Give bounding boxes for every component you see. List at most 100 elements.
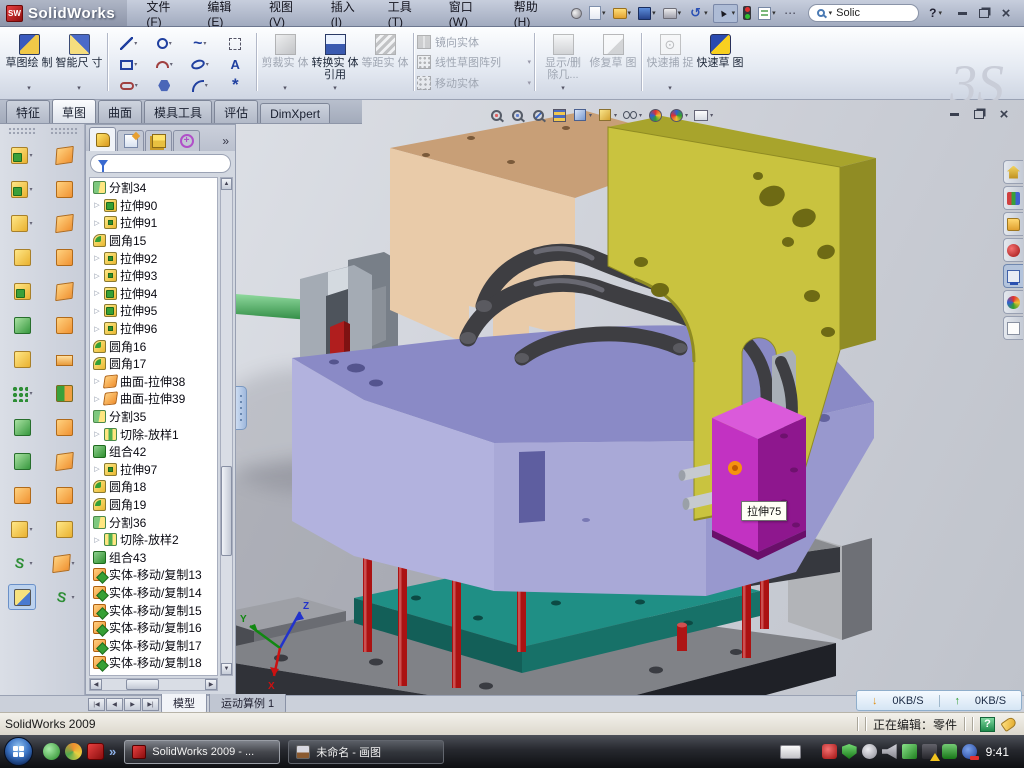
- tree-item[interactable]: 圆角17: [90, 355, 217, 373]
- keyboard-icon[interactable]: [780, 745, 801, 759]
- draft-icon[interactable]: [8, 312, 36, 338]
- swept-surface-icon[interactable]: [50, 210, 78, 236]
- document-tab[interactable]: 运动算例 1: [209, 694, 286, 714]
- tree-item[interactable]: ▷ 拉伸94: [90, 285, 217, 303]
- dropdown-caret-icon[interactable]: ▾: [589, 112, 592, 119]
- expand-arrow-icon[interactable]: ▷: [93, 377, 101, 385]
- ribbon-button[interactable]: 移动实体 ▾: [417, 75, 531, 91]
- rectangle-icon[interactable]: ▾: [120, 60, 137, 70]
- line-icon[interactable]: ▾: [120, 37, 137, 50]
- loft-icon[interactable]: [8, 244, 36, 270]
- shell-icon[interactable]: [8, 278, 36, 304]
- dropdown-caret-icon[interactable]: ▾: [135, 82, 138, 89]
- dropdown-caret-icon[interactable]: ▾: [668, 83, 672, 95]
- toolbar-overflow-icon[interactable]: [781, 5, 800, 22]
- command-tab[interactable]: 评估: [214, 100, 258, 123]
- tree-item[interactable]: ▷ 切除-放样1: [90, 425, 217, 443]
- selection-frame-icon[interactable]: [229, 38, 241, 50]
- print-icon[interactable]: ▾: [661, 7, 684, 20]
- dropdown-caret-icon[interactable]: ▾: [71, 594, 74, 601]
- file-explorer-tab[interactable]: [1003, 212, 1023, 236]
- firewall-shield-icon[interactable]: [842, 744, 857, 759]
- tree-filter-input[interactable]: [90, 154, 231, 173]
- expand-arrow-icon[interactable]: ▷: [93, 307, 101, 315]
- tab-nav-button[interactable]: |◀: [88, 698, 105, 711]
- configurationmanager-tab[interactable]: [145, 130, 172, 151]
- security-plus-icon[interactable]: [942, 744, 957, 759]
- dropdown-caret-icon[interactable]: ▾: [527, 79, 531, 87]
- search-input[interactable]: ▾ Solic: [808, 4, 920, 22]
- view-palette-tab[interactable]: [1003, 264, 1023, 288]
- expand-arrow-icon[interactable]: ▷: [93, 289, 101, 297]
- lofted-surface-icon[interactable]: [50, 244, 78, 270]
- dropdown-caret-icon[interactable]: ▾: [639, 112, 642, 119]
- circle-icon[interactable]: ▾: [157, 38, 172, 49]
- planar-surface-icon[interactable]: [50, 346, 78, 372]
- dropdown-caret-icon[interactable]: ▾: [628, 9, 632, 17]
- zoom-to-area-icon[interactable]: [509, 107, 525, 123]
- arc-icon[interactable]: ▾: [156, 61, 173, 68]
- ribbon-button[interactable]: 显示/删 除几... ▾: [538, 29, 588, 95]
- display-style-icon[interactable]: ▾: [597, 107, 617, 123]
- expand-arrow-icon[interactable]: ▷: [93, 219, 101, 227]
- scroll-left-icon[interactable]: ◀: [90, 679, 102, 690]
- tree-item[interactable]: 实体-移动/复制13: [90, 566, 217, 584]
- help-button[interactable]: ? ▾: [929, 6, 942, 20]
- revolved-surface-icon[interactable]: [50, 176, 78, 202]
- dropdown-caret-icon[interactable]: ▾: [203, 40, 206, 47]
- expand-arrow-icon[interactable]: ▷: [93, 254, 101, 262]
- expand-arrow-icon[interactable]: ▷: [93, 395, 101, 403]
- scrollbar-thumb[interactable]: [221, 466, 232, 555]
- tree-item[interactable]: 圆角15: [90, 232, 217, 250]
- dropdown-caret-icon[interactable]: ▾: [29, 560, 32, 567]
- dropdown-caret-icon[interactable]: ▾: [704, 9, 708, 17]
- close-icon[interactable]: [998, 7, 1014, 20]
- offset-surface-icon[interactable]: [50, 380, 78, 406]
- taskbar-button[interactable]: SolidWorks 2009 - ...: [124, 740, 280, 764]
- reference-geometry-icon[interactable]: ▾: [8, 516, 36, 542]
- dimxpertmanager-tab[interactable]: [173, 130, 200, 151]
- featuremanager-tab[interactable]: [89, 127, 116, 151]
- volume-icon[interactable]: [882, 744, 897, 759]
- dropdown-caret-icon[interactable]: ▾: [602, 9, 606, 17]
- ribbon-button[interactable]: 转换实 体引用 ▾: [310, 29, 360, 95]
- dropdown-caret-icon[interactable]: ▾: [732, 9, 736, 17]
- tree-item[interactable]: ▷ 拉伸92: [90, 249, 217, 267]
- open-icon[interactable]: ▾: [611, 7, 634, 20]
- command-tab[interactable]: 草图: [52, 99, 96, 123]
- media-icon[interactable]: [65, 743, 82, 760]
- point-icon[interactable]: [232, 79, 239, 93]
- tag-icon[interactable]: [1000, 716, 1017, 732]
- custom-properties-tab[interactable]: [1003, 316, 1023, 340]
- ribbon-button[interactable]: 快速草 图: [695, 29, 745, 95]
- tree-item[interactable]: ▷ 拉伸95: [90, 302, 217, 320]
- minimize-icon[interactable]: [954, 7, 970, 20]
- expand-arrow-icon[interactable]: ▷: [93, 325, 101, 333]
- tree-horizontal-scrollbar[interactable]: ◀ ▶: [89, 678, 218, 691]
- pin-icon[interactable]: [569, 7, 584, 20]
- polygon-icon[interactable]: [158, 80, 170, 92]
- tree-item[interactable]: 实体-移动/复制15: [90, 601, 217, 619]
- tree-item[interactable]: 分割36: [90, 513, 217, 531]
- untrim-surface-icon[interactable]: ▾: [50, 584, 78, 610]
- select-arrow-icon[interactable]: ▾: [713, 4, 739, 23]
- dropdown-caret-icon[interactable]: ▾: [29, 152, 32, 159]
- design-library-tab[interactable]: [1003, 186, 1023, 210]
- dropdown-caret-icon[interactable]: ▾: [29, 220, 32, 227]
- ribbon-button[interactable]: 草图绘 制 ▾: [4, 29, 54, 95]
- dropdown-caret-icon[interactable]: ▾: [134, 61, 137, 68]
- new-document-icon[interactable]: ▾: [587, 5, 608, 21]
- toolbar-grip[interactable]: [8, 127, 36, 134]
- solidworks-resources-tab[interactable]: [1003, 160, 1023, 184]
- dropdown-caret-icon[interactable]: ▾: [710, 112, 713, 119]
- start-button[interactable]: [4, 737, 33, 766]
- tree-item[interactable]: 实体-移动/复制14: [90, 584, 217, 602]
- zoom-to-fit-icon[interactable]: [488, 107, 504, 123]
- edit-appearance-icon[interactable]: [647, 107, 663, 123]
- ribbon-button[interactable]: 剪裁实 体 ▾: [260, 29, 310, 95]
- document-tab[interactable]: 模型: [161, 694, 207, 714]
- dropdown-caret-icon[interactable]: ▾: [169, 40, 172, 47]
- expand-arrow-icon[interactable]: ▷: [93, 536, 101, 544]
- magenta-slide-block[interactable]: [712, 397, 806, 560]
- replace-face-icon[interactable]: [50, 482, 78, 508]
